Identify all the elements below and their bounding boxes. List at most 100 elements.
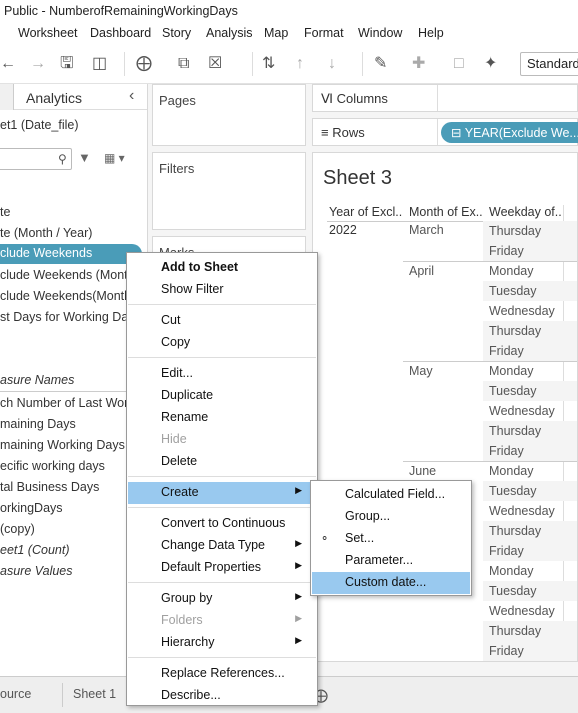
weekday-cell: Tuesday: [489, 484, 537, 498]
duplicate-sheet-icon[interactable]: ⧉: [178, 54, 189, 74]
tab-sheet1[interactable]: Sheet 1: [73, 687, 116, 701]
sort-ascending-icon[interactable]: ↑: [296, 54, 304, 74]
menu-item-rename[interactable]: Rename: [128, 407, 316, 429]
swap-rows-columns-icon[interactable]: ⇅: [262, 54, 275, 74]
submenu-arrow-icon: ▶: [295, 613, 302, 623]
toolbar-separator: [252, 52, 253, 76]
menu-item-default-properties[interactable]: Default Properties ▶: [128, 557, 316, 579]
weekday-cell: Monday: [489, 264, 534, 278]
submenu-arrow-icon: ▶: [295, 635, 302, 645]
menu-map[interactable]: Map: [264, 26, 288, 40]
menu-item-group[interactable]: Group...: [312, 506, 470, 528]
measure-item[interactable]: (copy): [0, 522, 35, 536]
menu-item-custom-date[interactable]: Custom date...: [312, 572, 470, 594]
clear-sheet-icon[interactable]: ☒: [208, 54, 222, 74]
menu-item-edit[interactable]: Edit...: [128, 363, 316, 385]
attachment-icon[interactable]: ✚: [412, 54, 425, 74]
measure-item[interactable]: tal Business Days: [0, 480, 99, 494]
new-datasource-icon[interactable]: ◫: [92, 54, 107, 74]
menu-item-convert-continuous[interactable]: Convert to Continuous: [128, 513, 316, 535]
view-toggle-icon[interactable]: ▦ ▾: [104, 151, 125, 165]
columns-label-text: Columns: [336, 91, 388, 106]
menu-item-cut[interactable]: Cut: [128, 310, 316, 332]
field-item[interactable]: clude Weekends (Mont...: [0, 268, 138, 282]
field-item[interactable]: clude Weekends(Month...: [0, 289, 142, 303]
menu-analysis[interactable]: Analysis: [206, 26, 253, 40]
menu-separator: [128, 476, 316, 477]
menu-item-describe[interactable]: Describe...: [128, 685, 316, 707]
measure-names-field[interactable]: asure Names: [0, 373, 74, 387]
menu-dashboard[interactable]: Dashboard: [90, 26, 151, 40]
measure-values-field[interactable]: asure Values: [0, 564, 73, 578]
columns-shelf[interactable]: Ⅵ Columns: [312, 84, 578, 112]
menu-item-group-by[interactable]: Group by ▶: [128, 588, 316, 610]
measure-item[interactable]: ch Number of Last Wor...: [0, 396, 138, 410]
tab-data-source[interactable]: ource: [0, 687, 31, 701]
menu-item-add-to-sheet[interactable]: Add to Sheet: [128, 257, 316, 279]
field-item[interactable]: te: [0, 205, 10, 219]
weekday-cell: Wednesday: [489, 404, 555, 418]
field-item-selected[interactable]: clude Weekends: [0, 244, 142, 264]
menu-format[interactable]: Format: [304, 26, 344, 40]
column-header-year[interactable]: Year of Excl..: [329, 205, 407, 219]
column-header-month[interactable]: Month of Ex..: [409, 205, 485, 219]
filter-icon[interactable]: ▼: [78, 150, 91, 165]
pin-icon[interactable]: ✦: [484, 54, 497, 74]
tab-data[interactable]: [0, 84, 14, 110]
menu-item-create[interactable]: Create ▶: [128, 482, 316, 504]
back-icon[interactable]: ←: [0, 54, 16, 74]
field-item[interactable]: st Days for Working Day...: [0, 310, 144, 324]
tab-analytics[interactable]: Analytics: [26, 90, 82, 106]
measure-item[interactable]: maining Working Days: [0, 438, 125, 452]
sort-descending-icon[interactable]: ↓: [328, 54, 336, 74]
field-item[interactable]: te (Month / Year): [0, 226, 92, 240]
columns-icon: Ⅵ: [321, 91, 337, 106]
measure-item[interactable]: eet1 (Count): [0, 543, 69, 557]
search-icon[interactable]: ⚲: [58, 152, 67, 166]
rows-icon: ≡: [321, 125, 333, 140]
submenu-arrow-icon: ▶: [295, 591, 302, 601]
fit-dropdown[interactable]: Standard: [520, 52, 578, 76]
filters-card[interactable]: Filters: [152, 152, 306, 230]
menu-story[interactable]: Story: [162, 26, 191, 40]
highlight-icon[interactable]: ✎: [374, 54, 387, 74]
month-cell: April: [409, 264, 435, 278]
menu-item-calculated-field[interactable]: Calculated Field...: [312, 484, 470, 506]
text-icon[interactable]: □: [454, 54, 464, 74]
tab-divider: [62, 683, 63, 707]
menu-item-set[interactable]: ⚬ Set...: [312, 528, 470, 550]
measure-item[interactable]: ecific working days: [0, 459, 105, 473]
measure-item[interactable]: orkingDays: [0, 501, 63, 515]
submenu-arrow-icon: ▶: [295, 538, 302, 548]
forward-icon[interactable]: →: [30, 54, 46, 74]
menu-item-hierarchy[interactable]: Hierarchy ▶: [128, 632, 316, 654]
menu-item-parameter[interactable]: Parameter...: [312, 550, 470, 572]
menu-item-copy[interactable]: Copy: [128, 332, 316, 354]
menu-item-show-filter[interactable]: Show Filter: [128, 279, 316, 301]
month-divider: [403, 461, 577, 462]
menu-window[interactable]: Window: [358, 26, 402, 40]
menu-item-delete[interactable]: Delete: [128, 451, 316, 473]
new-worksheet-icon[interactable]: ⨁: [136, 54, 152, 74]
menu-help[interactable]: Help: [418, 26, 444, 40]
measure-item[interactable]: maining Days: [0, 417, 76, 431]
datasource-name[interactable]: et1 (Date_file): [0, 118, 79, 132]
menu-item-create-label: Create: [161, 485, 199, 499]
weekday-cell: Friday: [489, 544, 524, 558]
month-divider: [403, 261, 577, 262]
save-icon[interactable]: 🖫: [60, 54, 74, 74]
rows-pill-year[interactable]: ⊟ YEAR(Exclude We...: [441, 122, 578, 143]
month-cell: March: [409, 223, 444, 237]
pages-card[interactable]: Pages: [152, 84, 306, 146]
collapse-pane-icon[interactable]: ‹: [129, 87, 134, 105]
menu-worksheet[interactable]: Worksheet: [18, 26, 78, 40]
menu-item-duplicate[interactable]: Duplicate: [128, 385, 316, 407]
weekday-cell: Tuesday: [489, 584, 537, 598]
month-cell: May: [409, 364, 433, 378]
shelf-divider: [437, 119, 438, 145]
menu-item-change-data-type[interactable]: Change Data Type ▶: [128, 535, 316, 557]
column-header-weekday[interactable]: Weekday of..: [489, 205, 569, 219]
weekday-cell: Thursday: [489, 224, 542, 238]
menu-item-replace-references[interactable]: Replace References...: [128, 663, 316, 685]
rows-shelf[interactable]: ≡ Rows ⊟ YEAR(Exclude We...: [312, 118, 578, 146]
